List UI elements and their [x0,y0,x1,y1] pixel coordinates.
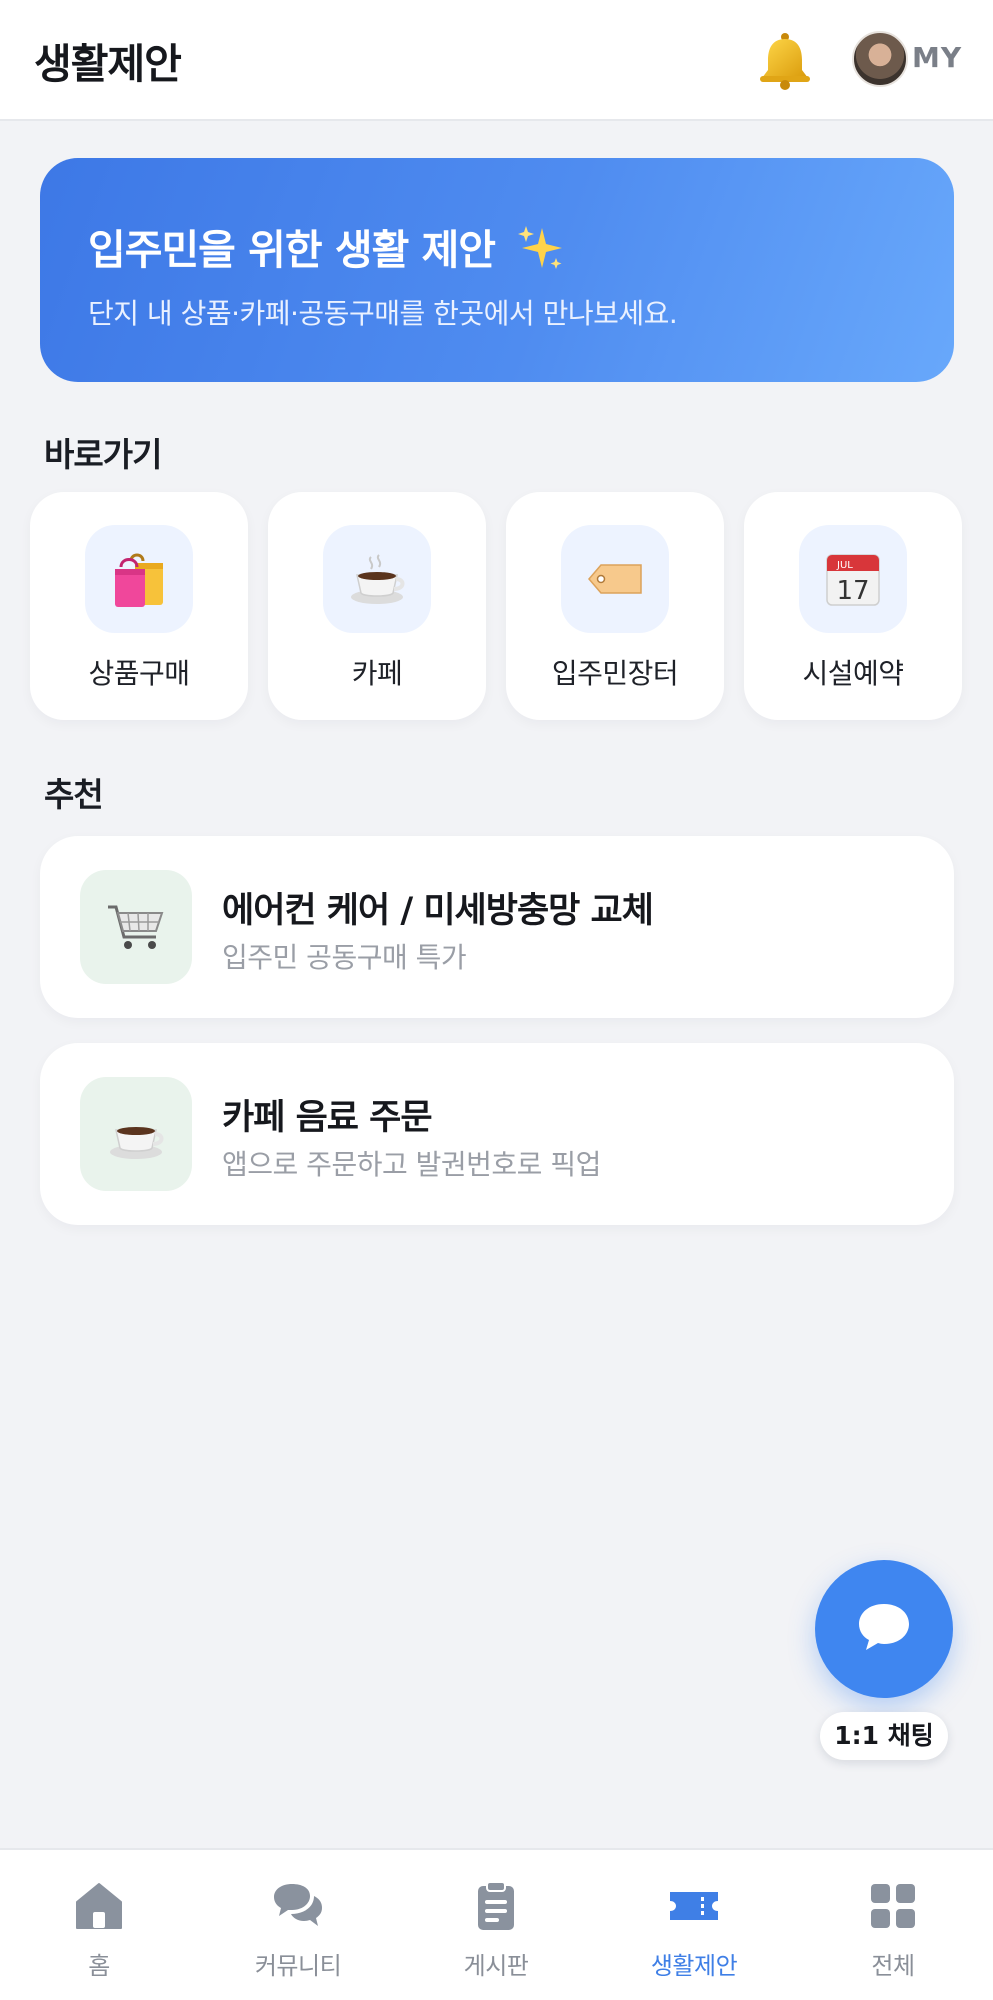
nav-label: 홈 [88,1952,110,1980]
recommendation-subtitle: 앱으로 주문하고 발권번호로 픽업 [222,1148,601,1181]
nav-item-life-suggestion[interactable]: 생활제안 [614,1850,774,2000]
promo-banner[interactable]: 입주민을 위한 생활 제안 단지 내 상품·카페·공동구매를 한곳에서 만나보세… [40,158,954,382]
recommendation-title: 카페 음료 주문 [222,1098,433,1138]
recommendation-subtitle: 입주민 공동구매 특가 [222,941,467,974]
recommendation-title: 에어컨 케어 / 미세방충망 교체 [222,891,654,931]
shortcut-label: 상품구매 [88,657,190,690]
notification-bell-icon[interactable] [754,30,816,92]
shortcut-facility-reservation[interactable]: JUL 17 시설예약 [744,492,962,720]
chat-button[interactable] [815,1560,953,1698]
chat-button-label[interactable]: 1:1 채팅 [820,1712,948,1760]
sparkles-icon [516,224,564,282]
page-title: 생활제안 [34,40,182,88]
banner-title-text: 입주민을 위한 생활 제안 [88,226,496,274]
coffee-cup-icon [323,525,431,633]
coffee-cup-icon [80,1077,192,1191]
calendar-month: JUL [836,560,853,571]
avatar[interactable] [852,31,908,87]
shopping-bags-icon [85,525,193,633]
clipboard-icon [470,1880,522,1932]
nav-label: 전체 [871,1952,915,1980]
chat-bubble-icon [855,1600,913,1658]
app-header: 생활제안 MY [0,0,993,121]
nav-label: 게시판 [463,1952,529,1980]
banner-subtitle: 단지 내 상품·카페·공동구매를 한곳에서 만나보세요. [88,297,678,330]
nav-item-home[interactable]: 홈 [19,1850,179,2000]
nav-label: 생활제안 [650,1952,738,1980]
home-icon [73,1880,125,1932]
price-tag-icon [561,525,669,633]
recommendation-card-aircon[interactable]: 에어컨 케어 / 미세방충망 교체 입주민 공동구매 특가 [40,836,954,1018]
grid-icon [867,1880,919,1932]
my-profile-label[interactable]: MY [912,41,962,74]
shortcuts-section-title: 바로가기 [44,435,162,474]
shortcut-label: 카페 [351,657,403,690]
chat-bubbles-icon [272,1880,324,1932]
calendar-icon: JUL 17 [799,525,907,633]
banner-title: 입주민을 위한 생활 제안 [88,216,564,282]
recommendation-card-cafe-order[interactable]: 카페 음료 주문 앱으로 주문하고 발권번호로 픽업 [40,1043,954,1225]
shopping-cart-icon [80,870,192,984]
ticket-icon [668,1880,720,1932]
recommendations-section-title: 추천 [44,775,104,814]
calendar-day: 17 [836,576,869,606]
nav-item-community[interactable]: 커뮤니티 [218,1850,378,2000]
shortcut-label: 입주민장터 [551,657,679,690]
shortcut-label: 시설예약 [802,657,904,690]
nav-item-board[interactable]: 게시판 [416,1850,576,2000]
bottom-navigation: 홈 커뮤니티 게시판 생활제안 전체 [0,1848,993,2000]
shortcut-cafe[interactable]: 카페 [268,492,486,720]
shortcut-resident-market[interactable]: 입주민장터 [506,492,724,720]
nav-item-all[interactable]: 전체 [813,1850,973,2000]
shortcut-product-purchase[interactable]: 상품구매 [30,492,248,720]
nav-label: 커뮤니티 [254,1952,342,1980]
